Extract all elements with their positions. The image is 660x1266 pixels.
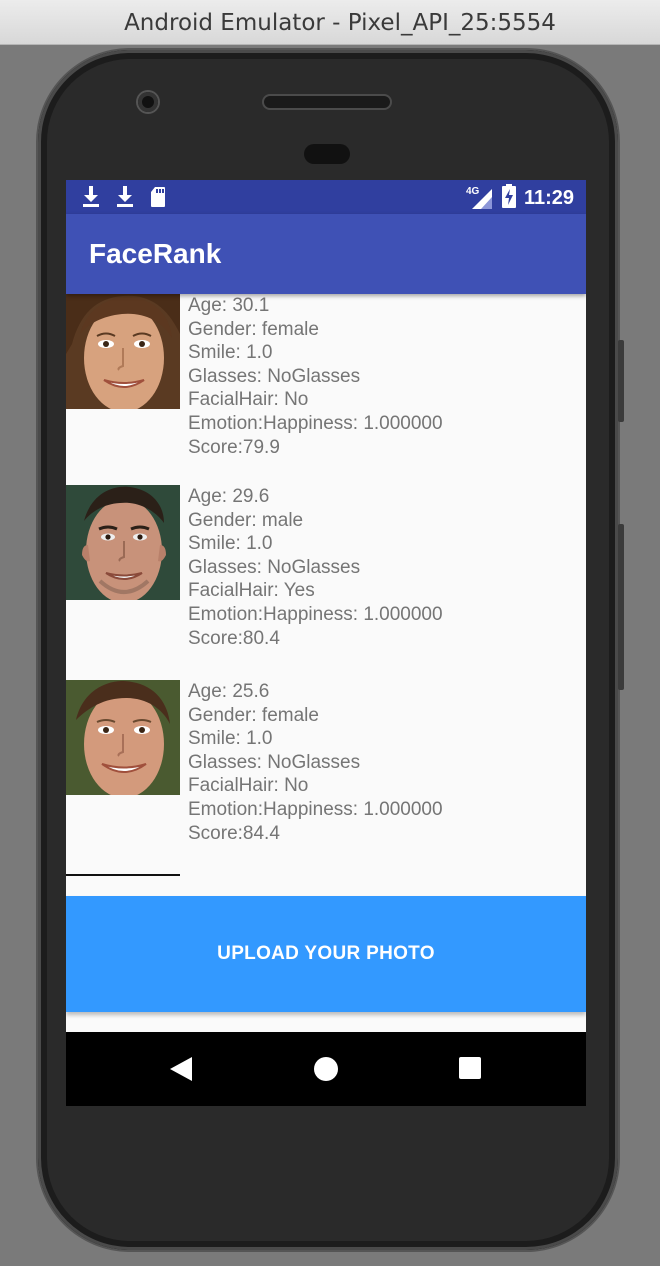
facial-hair-text: FacialHair: No (188, 775, 309, 797)
earpiece-speaker (264, 96, 390, 108)
download-icon (82, 186, 100, 213)
emotion-text: Emotion:Happiness: 1.000000 (188, 603, 443, 625)
next-item-edge (66, 874, 180, 876)
score-text: Score:80.4 (188, 627, 280, 649)
face-photo (66, 294, 180, 409)
proximity-sensor (304, 144, 350, 164)
age-text: Age: 29.6 (188, 486, 270, 507)
recents-icon[interactable] (459, 1057, 481, 1079)
score-text: Score:79.9 (188, 436, 280, 458)
facial-hair-text: FacialHair: Yes (188, 580, 315, 602)
face-results-list[interactable]: Age: 30.1 Gender: female Smile: 1.0 Glas… (66, 294, 586, 896)
face-info: Age: 30.1 Gender: female Smile: 1.0 Glas… (188, 294, 443, 459)
back-icon[interactable] (170, 1057, 192, 1086)
upload-photo-button[interactable]: UPLOAD YOUR PHOTO (66, 896, 586, 1012)
smile-text: Smile: 1.0 (188, 533, 273, 555)
score-text: Score:84.4 (188, 822, 280, 844)
battery-charging-icon (501, 184, 516, 213)
window-title: Android Emulator - Pixel_API_25:5554 (124, 10, 556, 36)
glasses-text: Glasses: NoGlasses (188, 751, 361, 773)
power-button[interactable] (618, 340, 624, 422)
smile-text: Smile: 1.0 (188, 342, 273, 364)
volume-button[interactable] (618, 524, 624, 690)
front-camera (138, 92, 158, 112)
emotion-text: Emotion:Happiness: 1.000000 (188, 798, 443, 820)
facial-hair-text: FacialHair: No (188, 389, 309, 411)
navigation-bar (66, 1032, 586, 1106)
face-info: Age: 25.6 Gender: female Smile: 1.0 Glas… (188, 680, 443, 845)
emotion-text: Emotion:Happiness: 1.000000 (188, 412, 443, 434)
glasses-text: Glasses: NoGlasses (188, 365, 361, 387)
emulator-title-bar: Android Emulator - Pixel_API_25:5554 (0, 0, 660, 45)
signal-icon: 4G (466, 186, 494, 211)
clock: 11:29 (523, 187, 574, 209)
app-title: FaceRank (89, 238, 222, 269)
face-info: Age: 29.6 Gender: male Smile: 1.0 Glasse… (188, 485, 443, 650)
status-bar: 4G 11:29 (66, 180, 586, 214)
home-icon[interactable] (314, 1057, 338, 1081)
face-photo (66, 485, 180, 600)
sd-card-icon (150, 186, 166, 213)
app-bar: FaceRank (66, 214, 586, 294)
list-item[interactable]: Age: 25.6 Gender: female Smile: 1.0 Glas… (66, 680, 586, 875)
glasses-text: Glasses: NoGlasses (188, 556, 361, 578)
age-text: Age: 30.1 (188, 295, 270, 316)
device-screen: 4G 11:29 FaceRank Age: 30.1 Gender: fema… (66, 180, 586, 1106)
gender-text: Gender: male (188, 509, 304, 531)
smile-text: Smile: 1.0 (188, 728, 273, 750)
list-item[interactable]: Age: 29.6 Gender: male Smile: 1.0 Glasse… (66, 485, 586, 680)
age-text: Age: 25.6 (188, 681, 270, 702)
download-icon (116, 186, 134, 213)
list-item[interactable]: Age: 30.1 Gender: female Smile: 1.0 Glas… (66, 294, 586, 489)
face-photo (66, 680, 180, 795)
gender-text: Gender: female (188, 704, 319, 726)
gender-text: Gender: female (188, 318, 319, 340)
